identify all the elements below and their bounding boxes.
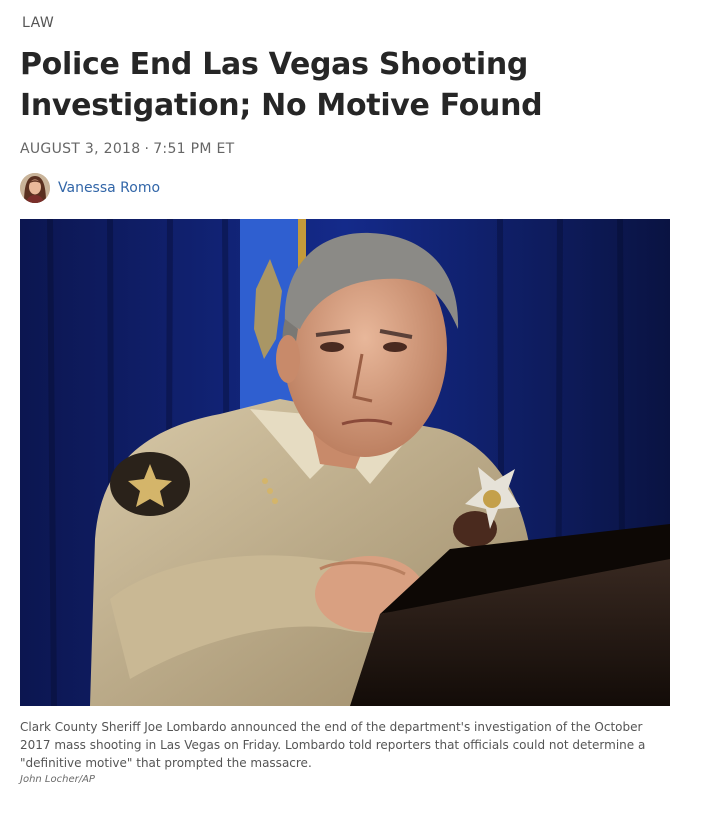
- publish-time: 7:51 PM ET: [153, 141, 235, 157]
- headline: Police End Las Vegas Shooting Investigat…: [20, 47, 543, 123]
- lead-photo-image: [20, 219, 670, 706]
- lead-photo[interactable]: [20, 219, 670, 706]
- section-label[interactable]: LAW: [22, 15, 54, 31]
- dateline: AUGUST 3, 2018 · 7:51 PM ET: [20, 141, 234, 157]
- author-avatar-icon: [20, 173, 50, 203]
- publish-date: AUGUST 3, 2018: [20, 141, 141, 157]
- date-separator: ·: [144, 141, 150, 157]
- photo-credit: John Locher/AP: [20, 774, 95, 785]
- author-link[interactable]: Vanessa Romo: [58, 180, 160, 196]
- photo-caption: Clark County Sheriff Joe Lombardo announ…: [20, 720, 646, 770]
- author-avatar[interactable]: [20, 173, 50, 203]
- byline: Vanessa Romo: [20, 171, 160, 205]
